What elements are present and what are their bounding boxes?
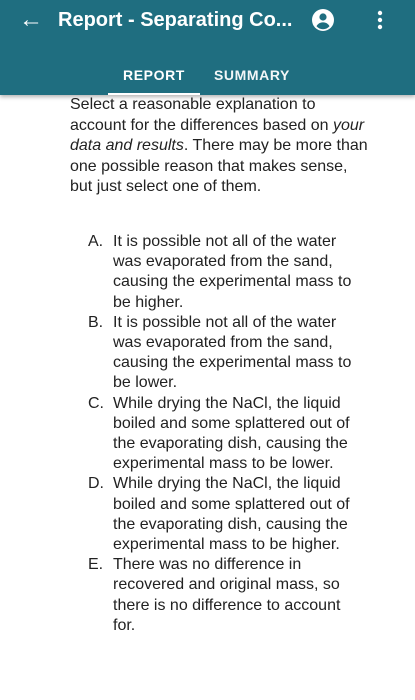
- option-text: It is possible not all of the water was …: [113, 233, 352, 311]
- option-letter: D.: [88, 475, 104, 493]
- answer-option-e[interactable]: E. There was no difference in recovered …: [88, 555, 358, 636]
- account-circle-icon[interactable]: [311, 8, 335, 32]
- page-title: Report - Separating Co...: [58, 9, 293, 31]
- more-vert-icon[interactable]: [370, 6, 390, 34]
- option-text: While drying the NaCl, the liquid boiled…: [113, 394, 350, 473]
- answer-option-b[interactable]: B. It is possible not all of the water w…: [88, 313, 358, 394]
- option-letter: A.: [88, 233, 104, 250]
- answer-option-c[interactable]: C. While drying the NaCl, the liquid boi…: [88, 394, 358, 475]
- option-text: It is possible not all of the water was …: [113, 313, 352, 392]
- tab-summary[interactable]: SUMMARY: [204, 61, 300, 89]
- option-letter: C.: [88, 394, 104, 412]
- option-letter: E.: [88, 556, 104, 574]
- back-arrow-icon[interactable]: ←: [14, 6, 48, 34]
- answer-option-a[interactable]: A. It is possible not all of the water w…: [88, 232, 358, 313]
- answer-options-list: A. It is possible not all of the water w…: [88, 232, 358, 636]
- answer-option-d[interactable]: D. While drying the NaCl, the liquid boi…: [88, 474, 358, 555]
- tab-report[interactable]: REPORT: [112, 61, 196, 89]
- question-prompt: Select a reasonable explanation to accou…: [70, 95, 370, 198]
- option-text: There was no difference in recovered and…: [113, 556, 341, 634]
- active-tab-indicator: [108, 93, 200, 95]
- app-bar: ← Report - Separating Co... REPORT SUMMA…: [0, 0, 415, 95]
- option-text: While drying the NaCl, the liquid boiled…: [113, 475, 350, 554]
- prompt-text-1: Select a reasonable explanation to accou…: [70, 96, 333, 134]
- tab-bar: REPORT SUMMARY: [0, 55, 415, 95]
- option-letter: B.: [88, 313, 104, 331]
- report-content: Select a reasonable explanation to accou…: [0, 95, 415, 700]
